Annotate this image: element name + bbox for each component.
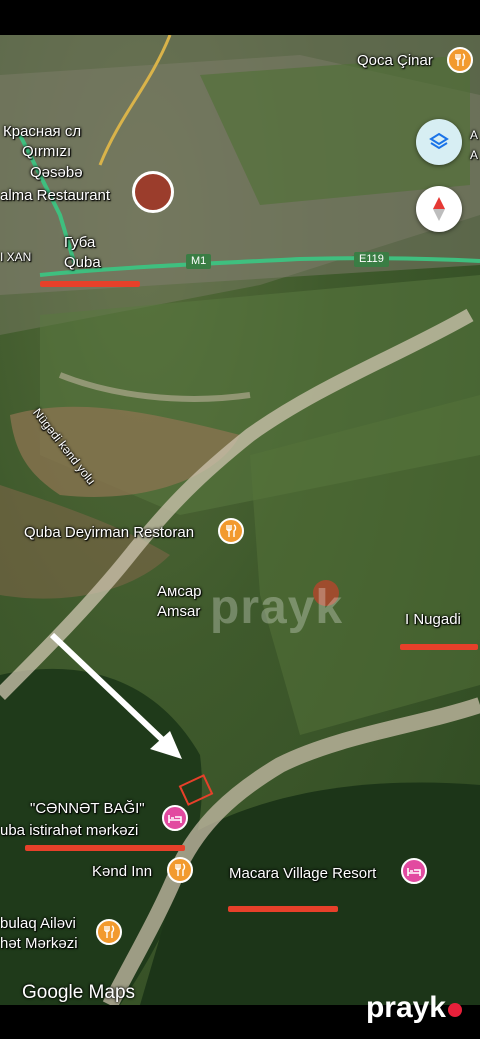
- label-alma-restaurant: alma Restaurant: [0, 187, 111, 204]
- annotation-line: [400, 644, 478, 650]
- label-edge-a2: A: [470, 148, 479, 162]
- label-merkezi: hət Mərkəzi: [0, 935, 78, 952]
- label-istirahet: uba istirahət mərkəzi: [0, 822, 139, 839]
- fork-knife-icon[interactable]: [447, 47, 473, 73]
- brand-logo: prayk: [366, 991, 462, 1025]
- bed-icon[interactable]: [162, 805, 188, 831]
- label-xan: I XAN: [0, 250, 32, 264]
- label-macara: Macara Village Resort: [229, 865, 377, 882]
- watermark: prayk: [210, 581, 344, 634]
- label-kend-inn: Kənd Inn: [92, 863, 153, 880]
- annotation-line: [25, 845, 185, 851]
- fork-knife-icon[interactable]: [218, 518, 244, 544]
- label-quba: Quba: [64, 254, 101, 271]
- label-amsar-ru: Амсар: [157, 583, 202, 600]
- restaurant-photo-pin[interactable]: [132, 171, 174, 213]
- fork-knife-icon[interactable]: [96, 919, 122, 945]
- label-amsar: Amsar: [157, 603, 201, 620]
- compass-icon: [433, 197, 445, 221]
- brand-text: prayk: [365, 991, 446, 1024]
- label-quba-deyirman: Quba Deyirman Restoran: [24, 524, 195, 541]
- bed-icon[interactable]: [401, 858, 427, 884]
- compass-button[interactable]: [416, 186, 462, 232]
- google-maps-logo: Google Maps: [22, 982, 136, 1003]
- label-guba: Губа: [64, 234, 96, 251]
- label-edge-a1: A: [470, 128, 479, 142]
- label-qirmizi: Qırmızı: [22, 143, 72, 160]
- annotation-line: [40, 281, 140, 287]
- label-qesebe: Qəsəbə: [30, 164, 83, 181]
- label-cennet-bagi: "CƏNNƏT BAĞI": [30, 800, 145, 817]
- label-qoca-cinar: Qoca Çinar: [357, 52, 433, 69]
- label-bulaq: bulaq Ailəvi: [0, 915, 76, 932]
- layers-icon: [429, 132, 449, 150]
- annotation-line: [228, 906, 338, 912]
- brand-dot: [448, 1003, 462, 1017]
- label-krasnaya: Красная сл: [3, 123, 82, 140]
- screen: Qoca Çinar Красная сл Qırmızı Qəsəbə alm…: [0, 0, 480, 1039]
- layers-button[interactable]: [416, 119, 462, 165]
- road-shield-m1: M1: [186, 254, 212, 269]
- road-shield-e119: E119: [354, 252, 389, 267]
- satellite-map[interactable]: Qoca Çinar Красная сл Qırmızı Qəsəbə alm…: [0, 35, 480, 1005]
- label-nugadi: I Nugadi: [405, 611, 461, 628]
- fork-knife-icon[interactable]: [167, 857, 193, 883]
